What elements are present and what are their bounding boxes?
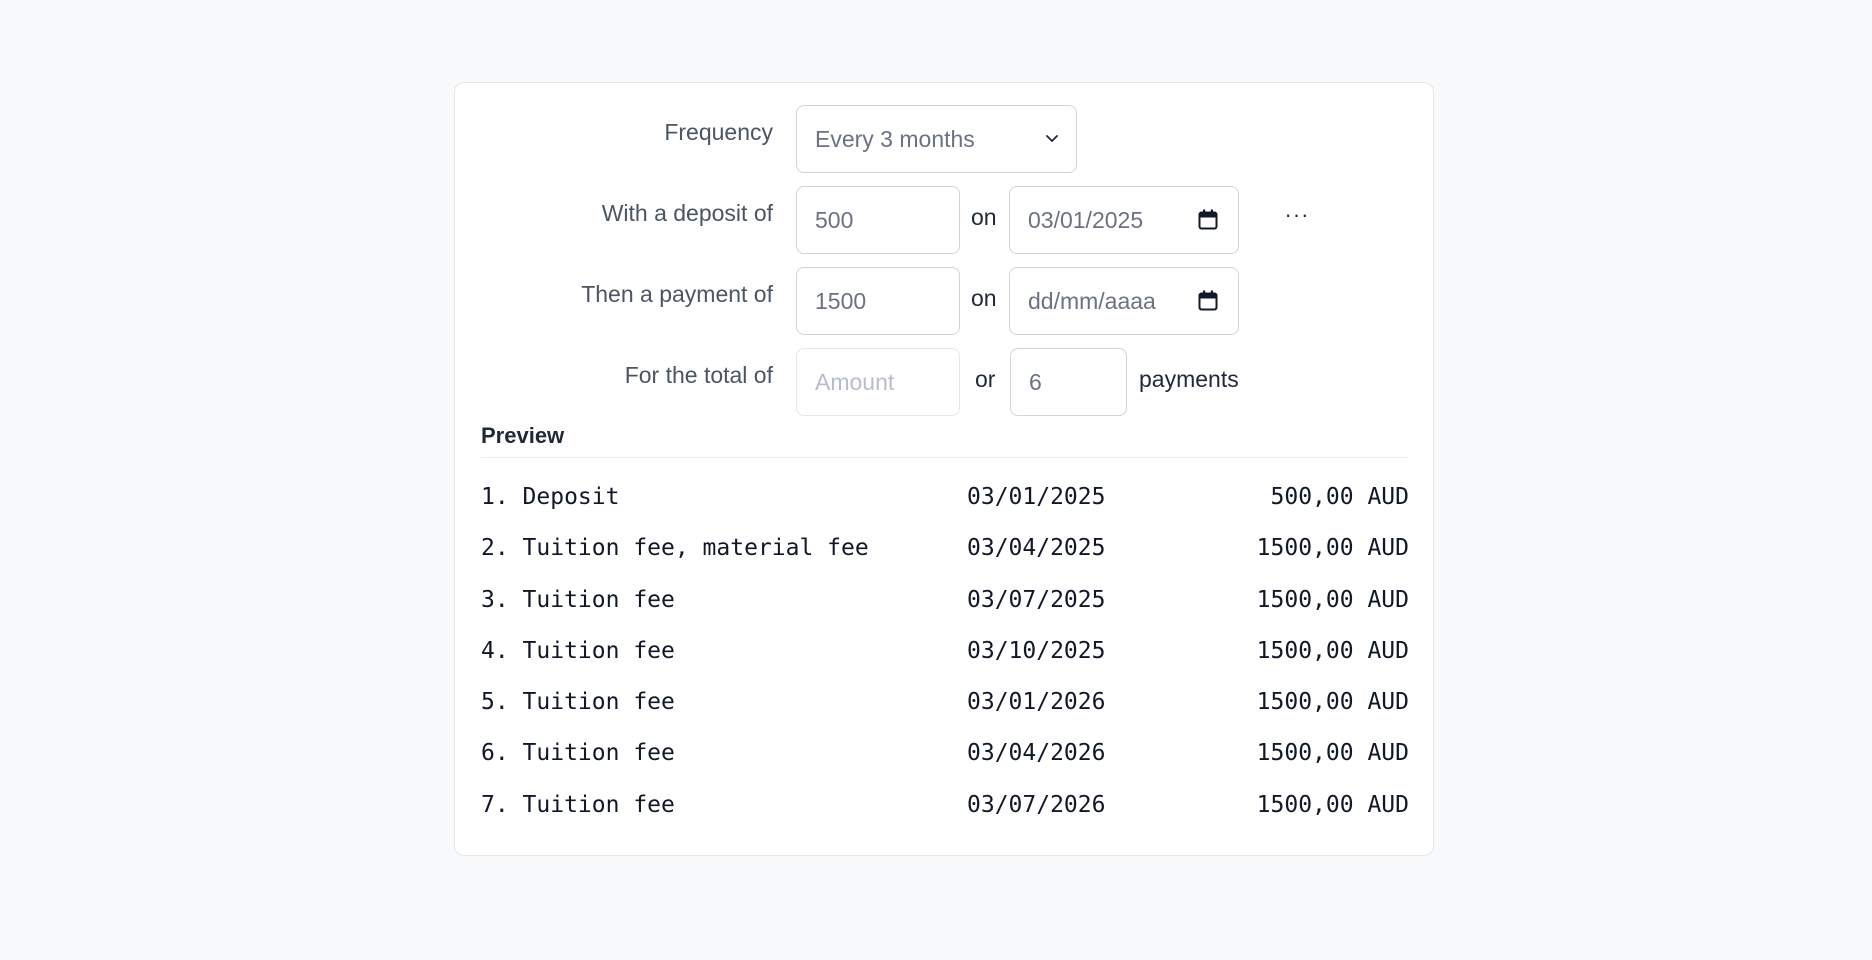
payment-plan-card: Frequency Every 3 months With a deposit … [454,82,1434,856]
preview-row-amount: 1500,00 AUD [1256,535,1409,562]
preview-row-description: 7. Tuition fee [481,791,675,818]
calendar-icon[interactable] [1198,290,1218,312]
payment-label: Then a payment of [581,281,773,307]
preview-row-description: 1. Deposit [481,484,620,510]
total-or-label: or [975,366,996,392]
preview-title: Preview [481,423,565,448]
preview-row-description: 2. Tuition fee, material fee [481,535,869,562]
preview-row-description: 3. Tuition fee [481,586,675,613]
frequency-selected-value: Every 3 months [815,126,975,152]
preview-row-amount: 1500,00 AUD [1256,740,1409,767]
preview-row-date: 03/07/2025 [967,586,1106,613]
payment-count-input[interactable]: 6 [1010,348,1127,416]
deposit-date-input[interactable]: 03/01/2025 [1009,186,1239,254]
preview-row-amount: 1500,00 AUD [1256,586,1409,613]
deposit-row: With a deposit of 500 on 03/01/2025 ··· [455,186,1433,254]
deposit-date-value: 03/01/2025 [1028,207,1144,233]
payment-date-placeholder: dd/mm/aaaa [1028,288,1156,314]
preview-row-amount: 1500,00 AUD [1256,637,1409,664]
frequency-select[interactable]: Every 3 months [796,105,1077,173]
frequency-row: Frequency Every 3 months [455,105,1433,173]
payment-date-input[interactable]: dd/mm/aaaa [1009,267,1239,335]
preview-row-description: 6. Tuition fee [481,740,675,767]
preview-row: 1. Deposit 03/01/2025 500,00 AUD [481,477,1409,528]
preview-row-date: 03/01/2025 [967,484,1106,510]
preview-row-date: 03/10/2025 [967,637,1106,664]
preview-row-description: 4. Tuition fee [481,637,675,664]
payments-label: payments [1139,366,1239,392]
preview-row: 6. Tuition fee 03/04/2026 1500,00 AUD [481,733,1409,784]
preview-row: 5. Tuition fee 03/01/2026 1500,00 AUD [481,682,1409,733]
preview-row-amount: 500,00 AUD [1270,484,1409,510]
total-amount-input[interactable]: Amount [796,348,960,416]
preview-divider [481,457,1409,458]
preview-row-description: 5. Tuition fee [481,689,675,716]
deposit-label: With a deposit of [601,200,773,226]
preview-list: 1. Deposit 03/01/2025 500,00 AUD 2. Tuit… [481,477,1409,836]
preview-row: 3. Tuition fee 03/07/2025 1500,00 AUD [481,580,1409,631]
total-label: For the total of [624,362,773,388]
chevron-down-icon [1046,135,1058,142]
preview-row-date: 03/07/2026 [967,791,1106,818]
preview-row: 4. Tuition fee 03/10/2025 1500,00 AUD [481,631,1409,682]
total-row: For the total of Amount or 6 payments [455,348,1433,416]
frequency-label: Frequency [664,119,773,145]
preview-row-date: 03/04/2026 [967,740,1106,767]
preview-row-date: 03/04/2025 [967,535,1106,562]
payment-row: Then a payment of 1500 on dd/mm/aaaa [455,267,1433,335]
deposit-on-label: on [971,204,997,230]
preview-row-amount: 1500,00 AUD [1256,791,1409,818]
preview-row-date: 03/01/2026 [967,689,1106,716]
payment-amount-input[interactable]: 1500 [796,267,960,335]
deposit-amount-input[interactable]: 500 [796,186,960,254]
preview-row: 2. Tuition fee, material fee 03/04/2025 … [481,528,1409,579]
calendar-icon[interactable] [1198,209,1218,231]
preview-row-amount: 1500,00 AUD [1256,689,1409,716]
preview-row: 7. Tuition fee 03/07/2026 1500,00 AUD [481,785,1409,836]
payment-on-label: on [971,285,997,311]
more-options-icon[interactable]: ··· [1277,200,1317,234]
